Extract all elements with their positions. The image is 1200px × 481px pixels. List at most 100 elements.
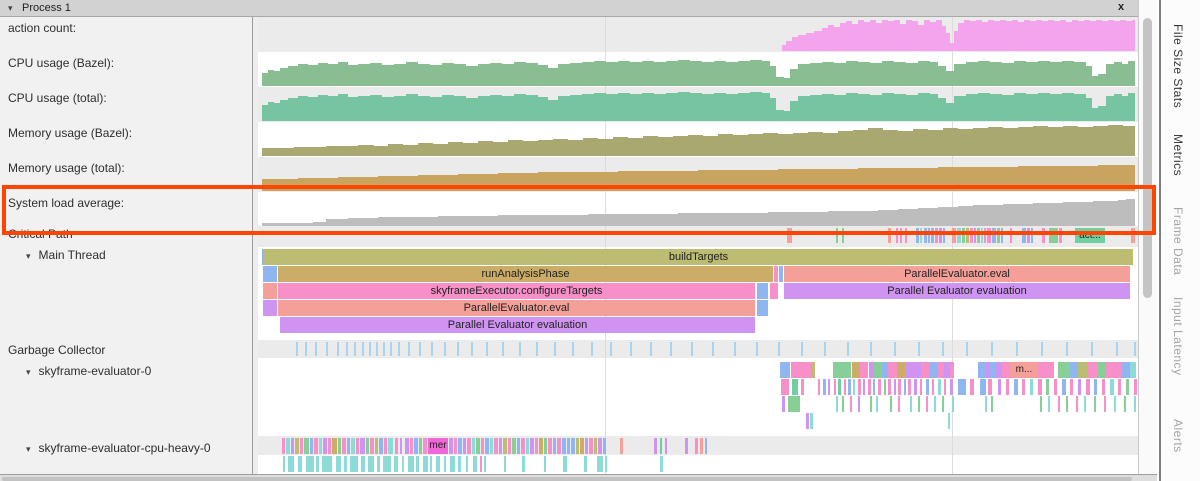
trace-slice[interactable] (430, 456, 432, 472)
trace-slice[interactable] (884, 379, 886, 395)
trace-slice[interactable] (328, 438, 331, 454)
trace-slice[interactable] (863, 379, 865, 395)
gc-tick[interactable] (346, 342, 348, 356)
trace-slice[interactable] (1022, 379, 1025, 395)
trace-slice[interactable] (914, 379, 917, 395)
trace-slice[interactable] (567, 438, 570, 454)
trace-slice[interactable] (897, 362, 905, 378)
trace-slice[interactable] (988, 379, 992, 395)
trace-slice[interactable] (916, 228, 919, 243)
trace-slice[interactable] (833, 362, 851, 378)
trace-slice[interactable] (410, 438, 413, 454)
trace-slice[interactable] (939, 228, 942, 243)
trace-slice[interactable] (484, 456, 486, 472)
trace-slice[interactable] (908, 379, 911, 395)
trace-slice[interactable] (557, 438, 561, 454)
trace-slice[interactable] (654, 438, 657, 454)
trace-slice[interactable] (757, 283, 768, 299)
trace-slice[interactable] (395, 438, 398, 454)
trace-slice[interactable] (952, 396, 954, 412)
trace-slice[interactable] (499, 438, 502, 454)
trace-slice[interactable] (977, 228, 980, 243)
gc-tick[interactable] (536, 342, 538, 356)
trace-slice[interactable] (298, 456, 302, 472)
trace-slice[interactable] (1124, 396, 1126, 412)
trace-slice[interactable] (818, 379, 820, 395)
process-header[interactable]: ▾ Process 1 x (0, 0, 1138, 17)
trace-slice[interactable] (957, 228, 961, 243)
gc-tick[interactable] (457, 342, 459, 356)
trace-slice[interactable] (1070, 362, 1078, 378)
counter-chart[interactable] (258, 17, 1138, 52)
trace-slice[interactable] (980, 379, 986, 395)
trace-slice[interactable] (904, 379, 906, 395)
gc-tick[interactable] (824, 342, 826, 356)
gc-tick[interactable] (894, 342, 896, 356)
trace-slice[interactable] (1038, 379, 1042, 395)
trace-slice[interactable] (370, 438, 374, 454)
trace-slice[interactable] (286, 438, 290, 454)
trace-slice[interactable] (282, 438, 285, 454)
trace-slice[interactable] (423, 438, 427, 454)
trace-slice[interactable] (332, 438, 337, 454)
trace-slice[interactable] (781, 379, 789, 395)
trace-slice[interactable]: m... (1010, 362, 1038, 378)
trace-slice[interactable] (342, 438, 346, 454)
trace-slice[interactable] (405, 438, 409, 454)
trace-slice[interactable] (792, 379, 798, 395)
trace-slice[interactable] (379, 438, 383, 454)
trace-slice[interactable] (878, 379, 881, 395)
gc-tick[interactable] (419, 342, 421, 356)
trace-slice[interactable] (414, 438, 418, 454)
gc-tick[interactable] (918, 342, 920, 356)
trace-slice[interactable] (1130, 362, 1136, 378)
gc-tick[interactable] (390, 342, 392, 356)
trace-slice[interactable] (603, 438, 606, 454)
trace-slice[interactable] (336, 456, 341, 472)
trace-slice[interactable] (926, 379, 929, 395)
gc-tick[interactable] (591, 342, 593, 356)
trace-slice[interactable] (660, 438, 662, 454)
gc-tick[interactable] (519, 342, 521, 356)
trace-slice[interactable] (1094, 396, 1096, 412)
trace-slice[interactable] (998, 379, 1001, 395)
gc-tick[interactable] (801, 342, 803, 356)
trace-slice[interactable] (1040, 396, 1042, 412)
gc-tick[interactable] (1116, 342, 1118, 356)
trace-slice[interactable] (344, 456, 347, 472)
trace-slice[interactable] (685, 438, 688, 454)
trace-slice[interactable] (350, 456, 358, 472)
trace-slice[interactable] (890, 396, 892, 412)
trace-slice[interactable] (987, 228, 991, 243)
trace-slice[interactable] (1106, 362, 1122, 378)
trace-slice[interactable] (585, 438, 588, 454)
trace-slice[interactable] (576, 438, 579, 454)
trace-slice[interactable]: Parallel Evaluator evaluation (784, 283, 1130, 299)
trace-slice[interactable] (347, 438, 350, 454)
trace-slice[interactable] (361, 456, 365, 472)
gc-tick[interactable] (554, 342, 556, 356)
trace-slice[interactable] (504, 456, 506, 472)
gc-tick[interactable] (1134, 342, 1136, 356)
trace-slice[interactable] (705, 438, 707, 454)
trace-slice[interactable] (905, 362, 921, 378)
trace-slice[interactable] (695, 438, 698, 454)
trace-slice[interactable] (950, 362, 954, 378)
trace-slice[interactable] (806, 413, 809, 429)
trace-slice[interactable] (597, 456, 603, 472)
trace-slice[interactable] (823, 379, 826, 395)
trace-slice[interactable] (521, 438, 525, 454)
trace-slice[interactable] (942, 396, 944, 412)
collapse-arrow-icon[interactable]: ▾ (26, 444, 31, 454)
trace-slice[interactable] (503, 438, 507, 454)
trace-slice[interactable] (419, 438, 422, 454)
trace-slice[interactable] (416, 456, 419, 472)
trace-slice[interactable] (360, 438, 365, 454)
trace-slice[interactable] (991, 396, 993, 412)
trace-slice[interactable] (665, 438, 667, 454)
gc-tick[interactable] (315, 342, 317, 356)
trace-slice[interactable] (898, 396, 900, 412)
trace-slice[interactable] (480, 456, 482, 472)
trace-slice[interactable] (921, 362, 929, 378)
trace-slice[interactable] (791, 362, 811, 378)
